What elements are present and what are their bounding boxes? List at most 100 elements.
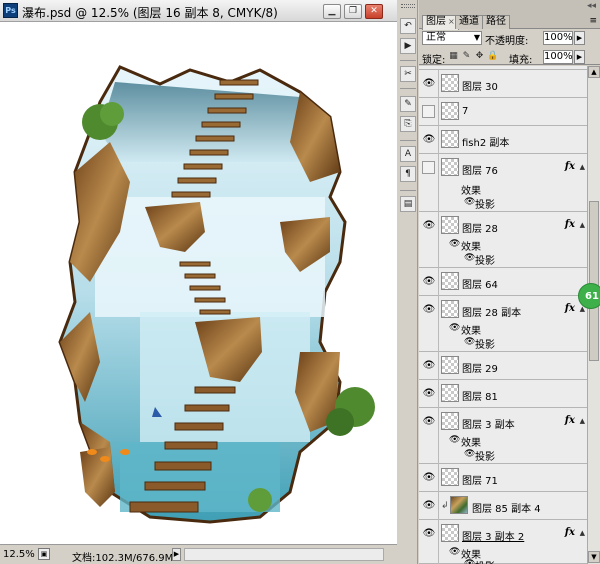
tab-layers[interactable]: 图层 × <box>422 15 459 30</box>
fx-icon[interactable]: fx <box>565 161 575 172</box>
fx-icon[interactable]: fx <box>565 303 575 314</box>
fx-icon[interactable]: fx <box>565 415 575 426</box>
status-icon[interactable]: ▣ <box>38 548 50 560</box>
blend-mode-select[interactable]: 正常 ▼ <box>422 31 482 45</box>
layer-row[interactable]: 👁 ↲ 图层 85 副本 4 <box>419 492 587 520</box>
eye-icon[interactable]: 👁 <box>422 527 436 541</box>
eye-toggle-off[interactable] <box>422 105 435 118</box>
layer-comps-icon[interactable]: ▤ <box>400 196 416 212</box>
eye-icon[interactable]: 👁 <box>464 559 475 564</box>
clone-source-icon[interactable]: ⎘ <box>400 116 416 132</box>
eye-icon[interactable]: 👁 <box>464 253 475 263</box>
panel-header[interactable]: ◂◂ <box>419 0 600 14</box>
layer-row[interactable]: 👁 图层 3 副本 fx ▲ 👁 效果 👁 投影 <box>419 408 587 464</box>
drop-shadow-label[interactable]: 投影 <box>475 252 495 267</box>
actions-panel-icon[interactable]: ▶ <box>400 38 416 54</box>
drop-shadow-label[interactable]: 投影 <box>475 448 495 463</box>
restore-button[interactable]: ❐ <box>344 4 362 19</box>
layer-row[interactable]: 👁 图层 29 <box>419 352 587 380</box>
eye-icon[interactable]: 👁 <box>464 337 475 347</box>
layer-name: 7 <box>462 106 469 117</box>
eye-icon[interactable]: 👁 <box>449 435 460 445</box>
eye-icon[interactable]: 👁 <box>422 275 436 289</box>
layer-row[interactable]: 👁 图层 71 <box>419 464 587 492</box>
close-button[interactable]: ✕ <box>365 4 383 19</box>
eye-icon[interactable]: 👁 <box>422 499 436 513</box>
drop-shadow-label[interactable]: 投影 <box>475 196 495 211</box>
scroll-up-icon[interactable]: ▲ <box>588 66 600 78</box>
layer-name: 图层 81 <box>462 392 498 403</box>
drop-shadow-label[interactable]: 投影 <box>475 558 495 564</box>
fill-input[interactable]: 100% <box>543 50 573 64</box>
scroll-down-icon[interactable]: ▼ <box>588 551 600 563</box>
layer-thumbnail <box>441 356 459 374</box>
layer-row[interactable]: 👁 图层 3 副本 2 fx ▲ 👁 效果 👁 投影 <box>419 520 587 564</box>
lock-fill-row: 锁定: ▦ ✎ ✥ 🔒 填充: 100% ▶ <box>419 47 600 66</box>
lock-brush-icon[interactable]: ✎ <box>461 51 472 62</box>
eye-icon[interactable]: 👁 <box>422 77 436 91</box>
layer-row[interactable]: 👁 图层 81 <box>419 380 587 408</box>
opacity-slider-button[interactable]: ▶ <box>574 31 585 45</box>
collapse-icon[interactable]: ◂◂ <box>587 1 596 11</box>
eye-icon[interactable]: 👁 <box>449 323 460 333</box>
eye-icon[interactable]: 👁 <box>422 387 436 401</box>
layers-scrollbar[interactable]: ▲ ▼ <box>587 66 600 564</box>
eye-icon[interactable]: 👁 <box>464 197 475 207</box>
eye-icon[interactable]: 👁 <box>464 449 475 459</box>
layer-thumbnail <box>441 272 459 290</box>
fx-icon[interactable]: fx <box>565 219 575 230</box>
layer-name: 图层 3 副本 2 <box>462 532 525 543</box>
eye-toggle-off[interactable] <box>422 161 435 174</box>
minimize-button[interactable]: ▁ <box>323 4 341 19</box>
layer-row[interactable]: 👁 图层 64 <box>419 268 587 296</box>
tool-presets-icon[interactable]: ✂ <box>400 66 416 82</box>
fx-icon[interactable]: fx <box>565 527 575 538</box>
expand-effects-icon[interactable]: ▲ <box>580 529 585 537</box>
eye-icon[interactable]: 👁 <box>422 359 436 373</box>
expand-effects-icon[interactable]: ▲ <box>580 417 585 425</box>
expand-effects-icon[interactable]: ▲ <box>580 221 585 229</box>
status-menu-arrow[interactable]: ▶ <box>172 548 181 561</box>
history-panel-icon[interactable]: ↶ <box>400 18 416 34</box>
drop-shadow-label[interactable]: 投影 <box>475 336 495 351</box>
eye-icon[interactable]: 👁 <box>422 219 436 233</box>
paragraph-panel-icon[interactable]: ¶ <box>400 166 416 182</box>
document-titlebar[interactable]: Ps 瀑布.psd @ 12.5% (图层 16 副本 8, CMYK/8) ▁… <box>0 0 397 22</box>
tab-channels[interactable]: 通道 <box>455 15 483 29</box>
zoom-level[interactable]: 12.5% <box>3 549 35 560</box>
minimize-icon: ▁ <box>328 6 336 16</box>
eye-icon[interactable]: 👁 <box>449 239 460 249</box>
layer-row[interactable]: 图层 76 fx ▲ 效果 👁 投影 <box>419 154 587 212</box>
scroll-thumb[interactable] <box>589 201 599 361</box>
tab-close-icon[interactable]: × <box>448 17 455 26</box>
layer-row[interactable]: 👁 fish2 副本 <box>419 126 587 154</box>
expand-effects-icon[interactable]: ▲ <box>580 163 585 171</box>
image-canvas[interactable] <box>0 22 397 544</box>
chevron-down-icon: ▼ <box>473 33 480 42</box>
lock-all-icon[interactable]: 🔒 <box>487 51 498 62</box>
lock-transparency-icon[interactable]: ▦ <box>448 51 459 62</box>
eye-icon[interactable]: 👁 <box>422 471 436 485</box>
opacity-input[interactable]: 100% <box>543 31 573 45</box>
eye-icon[interactable]: 👁 <box>422 415 436 429</box>
strip-grip[interactable] <box>401 4 415 8</box>
lock-move-icon[interactable]: ✥ <box>474 51 485 62</box>
character-panel-icon[interactable]: A <box>400 146 416 162</box>
layer-thumbnail <box>441 524 459 542</box>
tab-paths[interactable]: 路径 <box>482 15 510 29</box>
layer-row[interactable]: 👁 图层 28 fx ▲ 👁 效果 👁 投影 <box>419 212 587 268</box>
layer-thumbnail <box>450 496 468 514</box>
eye-icon[interactable]: 👁 <box>422 303 436 317</box>
fill-slider-button[interactable]: ▶ <box>574 50 585 64</box>
layer-thumbnail <box>441 102 459 120</box>
horizontal-scrollbar[interactable] <box>184 548 384 561</box>
panel-menu-icon[interactable]: ≡ <box>589 16 597 26</box>
floating-badge[interactable]: 61 <box>578 283 600 309</box>
layer-thumbnail <box>441 468 459 486</box>
brushes-panel-icon[interactable]: ✎ <box>400 96 416 112</box>
eye-icon[interactable]: 👁 <box>422 133 436 147</box>
layer-row[interactable]: 7 <box>419 98 587 126</box>
layer-row[interactable]: 👁 图层 30 <box>419 70 587 98</box>
eye-icon[interactable]: 👁 <box>449 547 460 557</box>
layer-row[interactable]: 👁 图层 28 副本 fx ▲ 👁 效果 👁 投影 <box>419 296 587 352</box>
